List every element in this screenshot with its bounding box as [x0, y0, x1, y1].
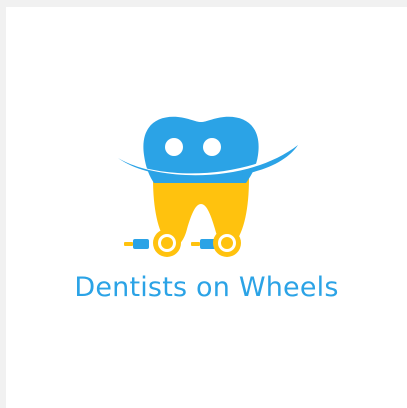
brand-name: Dentists on Wheels [74, 272, 339, 303]
left-eye [165, 138, 183, 156]
right-wheel [191, 229, 241, 257]
left-wheel [124, 229, 181, 257]
logo-card: Dentists on Wheels [6, 7, 407, 408]
right-eye [203, 138, 221, 156]
smiling-tooth-on-wheels-icon [114, 116, 298, 257]
page-background: Dentists on Wheels [0, 0, 407, 408]
